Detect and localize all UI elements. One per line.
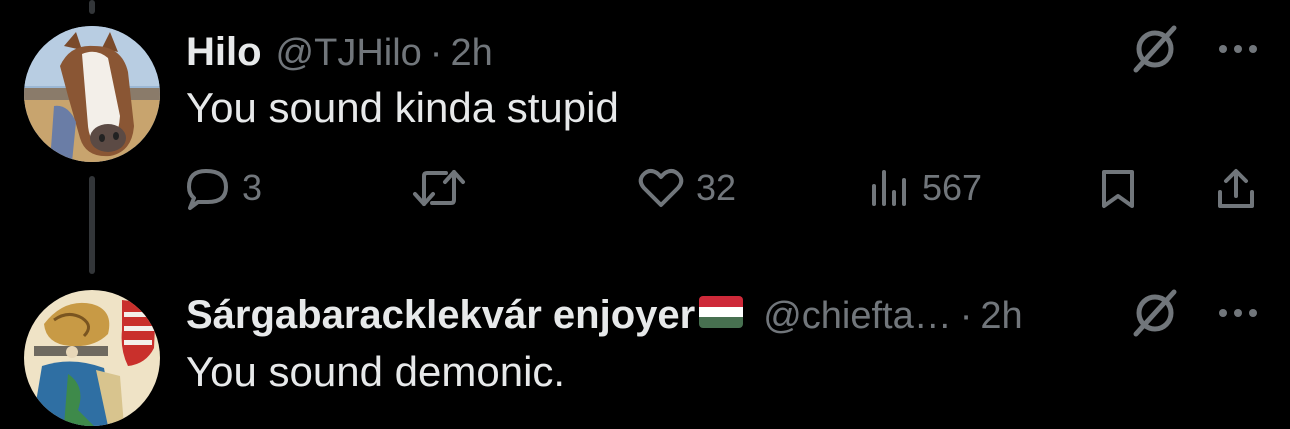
tweet-text: You sound kinda stupid: [186, 84, 619, 131]
tweet-top-actions: [1130, 289, 1258, 337]
tweet-actions: 3 32 567: [186, 167, 1266, 210]
share-button[interactable]: [1216, 168, 1256, 210]
views-button[interactable]: 567: [870, 168, 982, 208]
reply-count: 3: [242, 167, 263, 208]
timestamp[interactable]: 2h: [450, 32, 492, 75]
bookmark-icon: [1100, 168, 1136, 210]
retweet-button[interactable]: [412, 168, 478, 208]
share-icon: [1216, 168, 1256, 210]
separator-dot: ·: [429, 32, 443, 74]
timestamp[interactable]: 2h: [980, 295, 1022, 338]
grok-icon[interactable]: [1130, 25, 1180, 73]
display-name[interactable]: Sárgabaracklekvár enjoyer: [186, 293, 695, 338]
hungary-flag-icon: [699, 296, 744, 328]
user-handle[interactable]: @TJHilo: [276, 32, 422, 75]
like-button[interactable]: 32: [638, 168, 736, 208]
thread-line-connector: [89, 176, 95, 274]
view-count: 567: [922, 167, 983, 208]
like-count: 32: [696, 167, 737, 208]
avatar[interactable]: [24, 290, 160, 426]
tweet-top-actions: [1130, 25, 1258, 73]
avatar[interactable]: [24, 26, 160, 162]
more-options-icon[interactable]: [1218, 308, 1258, 318]
reply-button[interactable]: 3: [186, 167, 263, 210]
bookmark-button[interactable]: [1100, 168, 1136, 210]
thread-line-top: [89, 0, 95, 14]
tweet-header: Hilo @TJHilo · 2h: [186, 30, 493, 75]
separator-dot: ·: [959, 295, 973, 337]
more-options-icon[interactable]: [1218, 44, 1258, 54]
reply-icon: [186, 168, 230, 210]
tweet-text: You sound demonic.: [186, 348, 566, 395]
analytics-icon: [870, 168, 910, 208]
retweet-icon: [412, 168, 466, 208]
horse-avatar-icon: [24, 26, 160, 162]
tweet-header: Sárgabaracklekvár enjoyer @chiefta… · 2h: [186, 293, 1023, 338]
medieval-art-avatar-icon: [24, 290, 160, 426]
grok-icon[interactable]: [1130, 289, 1180, 337]
heart-icon: [638, 168, 684, 208]
user-handle[interactable]: @chiefta…: [763, 295, 952, 338]
display-name[interactable]: Hilo: [186, 30, 262, 75]
